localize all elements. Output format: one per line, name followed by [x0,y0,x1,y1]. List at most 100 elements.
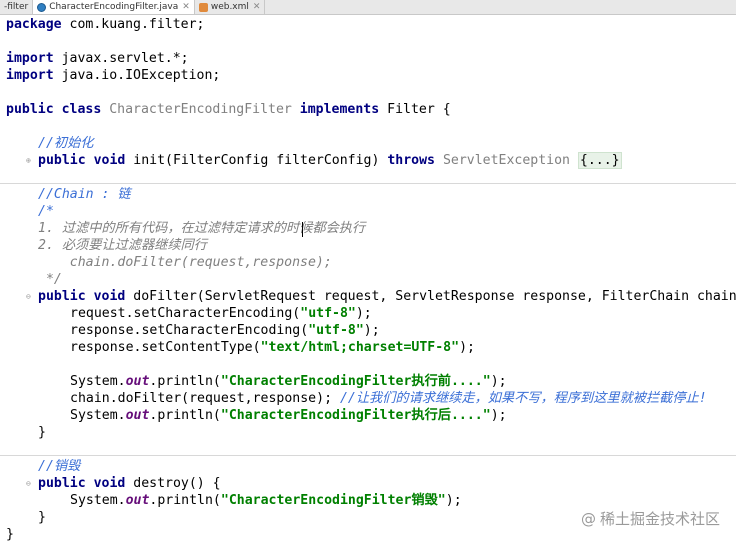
code-text: ); [445,493,462,508]
keyword: public class [6,102,102,117]
package-name: com.kuang.filter; [61,17,205,32]
code-text: request.setCharacterEncoding( [70,306,301,321]
close-icon[interactable]: ✕ [253,2,261,12]
code-line-close-brace: } [6,526,14,543]
code-text: chain.doFilter(request,response); [70,391,340,406]
keyword: public void [38,153,126,168]
fold-marker-icon[interactable]: ⊖ [26,293,31,301]
code-text: response.setContentType( [70,340,261,355]
keyword: package [6,17,62,32]
text-caret [302,222,303,237]
comment: 1. 过滤中的所有代码，在过滤特定请求的 [38,221,287,236]
code-comment-chain: //Chain : 链 [38,186,131,203]
string-literal: "utf-8" [300,306,356,321]
at-icon: @ [580,509,596,528]
static-field: out [125,374,150,389]
tab-label: web.xml [210,2,249,12]
code-text: } [6,527,14,542]
comment: //让我们的请求继续走，如果不写，程序到这里就被拦截停止! [339,391,707,406]
method-signature: init(FilterConfig filterConfig) [125,153,388,168]
code-comment-destroy: //销毁 [38,458,80,475]
method-separator [0,455,736,456]
method-signature: destroy() { [125,476,221,491]
string-literal: "text/html;charset=UTF-8" [260,340,460,355]
editor-tab-bar: -filter CharacterEncodingFilter.java ✕ w… [0,0,736,15]
code-line-destroy-method: public void destroy() { [38,475,221,492]
watermark: @ 稀土掘金技术社区 [581,508,720,529]
keyword: import [6,68,54,83]
comment: /* [38,204,54,219]
tab-character-encoding-filter[interactable]: CharacterEncodingFilter.java ✕ [33,0,195,14]
code-line-close-brace: } [38,509,46,526]
code-line-statement: System.out.println("CharacterEncodingFil… [70,373,507,390]
import-name: java.io.IOException; [53,68,221,83]
comment: //初始化 [38,136,94,151]
method-signature: doFilter(ServletRequest request, Servlet… [125,289,736,304]
import-name: javax.servlet.*; [53,51,189,66]
method-separator [0,183,736,184]
close-icon[interactable]: ✕ [182,2,190,12]
interface-name: Filter { [379,102,451,117]
fold-marker-icon[interactable]: ⊕ [26,157,31,165]
code-line-dofilter-method: public void doFilter(ServletRequest requ… [38,288,736,305]
tab-label: -filter [4,2,29,12]
comment: //销毁 [38,459,81,474]
code-comment-init: //初始化 [38,135,93,152]
code-text: } [38,425,46,440]
code-line-init-method: public void init(FilterConfig filterConf… [38,152,622,169]
code-text: ); [490,374,507,389]
code-comment-block-close: */ [38,271,62,288]
code-text: response.setCharacterEncoding( [70,323,309,338]
code-comment-block-open: /* [38,203,54,220]
code-line-statement: request.setCharacterEncoding("utf-8"); [70,305,372,322]
static-field: out [125,408,150,423]
code-text: System. [70,493,126,508]
code-text: .println( [149,493,221,508]
code-comment-line-2: 2. 必须要让过滤器继续同行 [38,237,207,254]
keyword: implements [299,102,380,117]
code-line-class-declaration: public class CharacterEncodingFilter imp… [6,101,451,118]
code-line-statement: System.out.println("CharacterEncodingFil… [70,492,462,509]
code-line-statement: response.setCharacterEncoding("utf-8"); [70,322,380,339]
code-line-statement: System.out.println("CharacterEncodingFil… [70,407,507,424]
class-name: CharacterEncodingFilter [101,102,300,117]
code-text: .println( [149,408,221,423]
code-text: ); [363,323,380,338]
code-line-statement: chain.doFilter(request,response); //让我们的… [70,390,707,407]
static-field: out [125,493,150,508]
keyword: public void [38,289,126,304]
folded-code-block[interactable]: {...} [577,152,622,169]
comment: chain.doFilter(request,response); [38,255,332,270]
code-text: System. [70,408,126,423]
code-line-import: import javax.servlet.*; [6,50,189,67]
code-comment-line-1: 1. 过滤中的所有代码，在过滤特定请求的时候都会执行 [38,220,365,237]
string-literal: "CharacterEncodingFilter销毁" [220,493,446,508]
comment: 2. 必须要让过滤器继续同行 [38,238,207,253]
xml-file-icon [198,2,208,12]
string-literal: "CharacterEncodingFilter执行前...." [220,374,491,389]
code-text: System. [70,374,126,389]
code-text: } [38,510,46,525]
tab-web-xml[interactable]: web.xml ✕ [195,0,266,14]
fold-marker-icon[interactable]: ⊖ [26,480,31,488]
code-text: .println( [149,374,221,389]
code-editor[interactable]: package com.kuang.filter; import javax.s… [0,14,736,543]
java-class-icon [37,2,47,12]
comment: 时候都会执行 [286,221,366,236]
exception-name: ServletException [435,153,578,168]
string-literal: "CharacterEncodingFilter执行后...." [220,408,491,423]
watermark-text: 稀土掘金技术社区 [599,510,720,528]
keyword: import [6,51,54,66]
keyword: throws [387,153,435,168]
code-text: ); [490,408,507,423]
keyword: public void [38,476,126,491]
string-literal: "utf-8" [308,323,364,338]
comment: */ [38,272,62,287]
code-line-package: package com.kuang.filter; [6,16,205,33]
tab-filter-module[interactable]: -filter [0,0,34,14]
comment: //Chain : 链 [38,187,131,202]
tab-label: CharacterEncodingFilter.java [49,2,179,12]
code-line-import: import java.io.IOException; [6,67,220,84]
code-text: ); [459,340,475,355]
code-line-close-brace: } [38,424,46,441]
